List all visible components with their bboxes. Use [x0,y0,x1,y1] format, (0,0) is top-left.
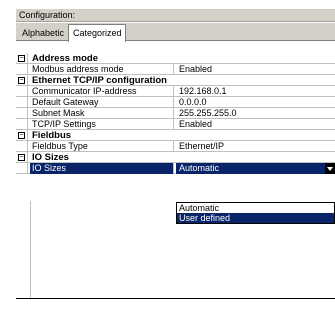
tab-categorized[interactable]: Categorized [68,24,126,42]
category-address-mode[interactable]: − Address mode [16,53,335,64]
property-name: Fieldbus Type [30,141,174,152]
property-row-default-gateway[interactable]: Default Gateway 0.0.0.0 [16,97,335,108]
tab-alphabetic[interactable]: Alphabetic [18,26,68,41]
property-row-communicator-ip[interactable]: Communicator IP-address 192.168.0.1 [16,86,335,97]
category-label: IO Sizes [32,152,69,163]
panel-title: Configuration: [16,9,335,22]
dropdown-option-user-defined[interactable]: User defined [177,213,334,223]
property-value[interactable]: 0.0.0.0 [176,97,335,108]
collapse-icon[interactable]: − [18,132,25,139]
tab-bar: Alphabetic Categorized [16,23,335,42]
property-name: IO Sizes [30,163,174,174]
column-divider [30,201,31,298]
property-name: Default Gateway [30,97,174,108]
collapse-icon[interactable]: − [18,55,25,62]
property-value[interactable]: 255.255.255.0 [176,108,335,119]
property-grid: − Address mode Modbus address mode Enabl… [16,53,335,174]
property-value[interactable]: Enabled [176,64,335,75]
configuration-panel: Configuration: Alphabetic Categorized − … [16,9,335,309]
property-row-subnet-mask[interactable]: Subnet Mask 255.255.255.0 [16,108,335,119]
category-ethernet-tcpip[interactable]: − Ethernet TCP/IP configuration [16,75,335,86]
property-row-modbus-address-mode[interactable]: Modbus address mode Enabled [16,64,335,75]
category-io-sizes[interactable]: − IO Sizes [16,152,335,163]
property-name: TCP/IP Settings [30,119,174,130]
property-row-io-sizes[interactable]: IO Sizes Automatic [16,163,335,174]
category-label: Fieldbus [32,130,72,141]
dropdown-arrow-icon[interactable] [325,163,335,174]
property-row-fieldbus-type[interactable]: Fieldbus Type Ethernet/IP [16,141,335,152]
property-value[interactable]: Enabled [176,119,335,130]
selected-value: Automatic [179,163,220,173]
collapse-icon[interactable]: − [18,77,25,84]
property-name: Communicator IP-address [30,86,174,97]
property-name: Modbus address mode [30,64,174,75]
grid-bottom-border [16,298,335,299]
property-value[interactable]: 192.168.0.1 [176,86,335,97]
property-value[interactable]: Ethernet/IP [176,141,335,152]
collapse-icon[interactable]: − [18,154,25,161]
property-row-tcpip-settings[interactable]: TCP/IP Settings Enabled [16,119,335,130]
io-sizes-dropdown-list: Automatic User defined [176,202,335,224]
io-sizes-select[interactable]: Automatic [176,163,335,174]
category-label: Address mode [32,53,98,64]
property-name: Subnet Mask [30,108,174,119]
category-fieldbus[interactable]: − Fieldbus [16,130,335,141]
dropdown-option-automatic[interactable]: Automatic [177,203,334,213]
category-label: Ethernet TCP/IP configuration [32,75,167,86]
